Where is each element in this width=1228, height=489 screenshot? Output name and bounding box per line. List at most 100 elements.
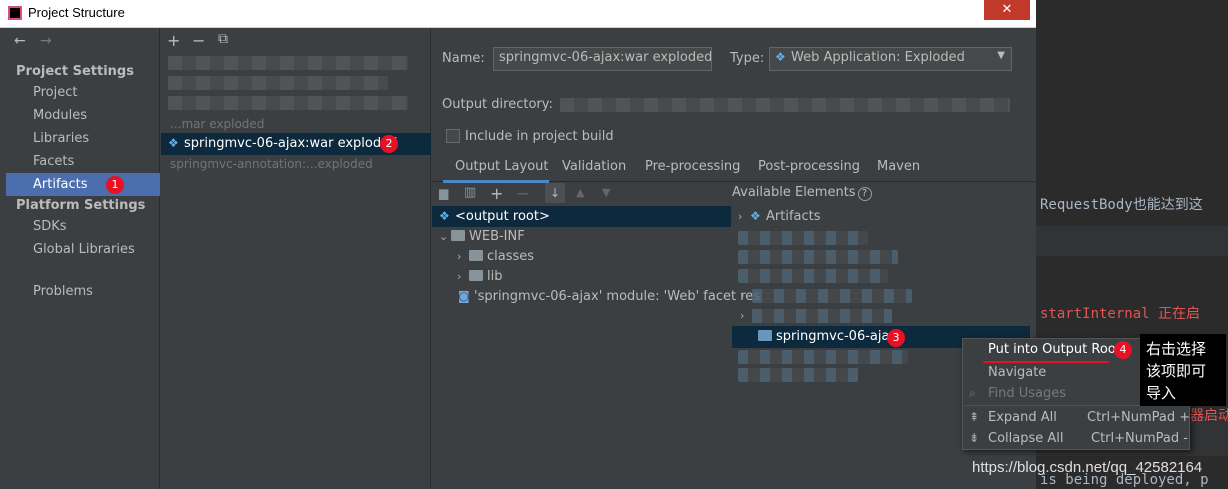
blurred-module xyxy=(752,289,912,303)
forward-arrow-icon[interactable]: → xyxy=(40,33,52,49)
annotation-note: 右击选择 该项即可 导入 xyxy=(1140,334,1226,406)
nav-item-sdks[interactable]: SDKs xyxy=(33,219,67,234)
tree-node-lib[interactable]: › lib xyxy=(457,269,502,284)
watermark: https://blog.csdn.net/qq_42582164 xyxy=(972,459,1203,476)
available-node-springmvc-06-ajax[interactable]: springmvc-06-ajax xyxy=(758,329,897,344)
note-line: 右击选择 xyxy=(1146,340,1207,358)
tab-maven[interactable]: Maven xyxy=(877,159,920,174)
type-label: Type: xyxy=(730,51,765,66)
blurred-module xyxy=(738,250,898,264)
tree-node-facet-resources[interactable]: ◙ 'springmvc-06-ajax' module: 'Web' facet… xyxy=(458,289,760,304)
platform-settings-heading: Platform Settings xyxy=(16,198,146,213)
menu-item-navigate[interactable]: Navigate xyxy=(988,365,1046,380)
editor-line: RequestBody也能达到这 xyxy=(1040,197,1203,213)
available-node-artifacts[interactable]: › ❖ Artifacts xyxy=(738,209,821,224)
back-arrow-icon[interactable]: ← xyxy=(14,33,26,49)
chevron-right-icon: › xyxy=(457,250,462,263)
blurred-module xyxy=(752,309,892,323)
output-root-icon: ❖ xyxy=(439,209,450,223)
tab-post-processing[interactable]: Post-processing xyxy=(758,159,860,174)
help-icon[interactable]: ? xyxy=(857,187,872,201)
red-underline xyxy=(983,361,1109,363)
expand-all-icon: ⇞ xyxy=(969,410,980,424)
collapse-all-icon: ⇟ xyxy=(969,431,980,445)
blurred-path xyxy=(560,98,1010,112)
tree-node-classes[interactable]: › classes xyxy=(457,249,534,264)
facet-icon: ◙ xyxy=(458,289,470,303)
nav-item-global-libraries[interactable]: Global Libraries xyxy=(33,242,135,257)
menu-item-put-into-output-root[interactable]: Put into Output Root xyxy=(988,342,1121,357)
artifact-item-selected[interactable]: ❖ springmvc-06-ajax:war exploded xyxy=(168,136,397,151)
blurred-artifact xyxy=(168,76,388,90)
move-up-icon[interactable]: ▲ xyxy=(576,186,584,199)
search-icon: ⌕ xyxy=(969,386,976,400)
note-line: 该项即可 xyxy=(1146,362,1207,380)
move-down-icon[interactable]: ▼ xyxy=(602,186,610,199)
type-select[interactable]: ❖ Web Application: Exploded ▼ xyxy=(769,47,1012,71)
output-dir-input[interactable] xyxy=(555,92,1017,118)
step-badge: 1 xyxy=(106,176,124,194)
available-elements-title: Available Elements xyxy=(732,185,856,200)
tree-label: springmvc-06-ajax xyxy=(776,329,898,344)
editor-line: 器启动 xyxy=(1190,408,1228,424)
settings-nav: ← → Project Settings Project Modules Lib… xyxy=(0,28,160,489)
tree-node-web-inf[interactable]: ⌄ WEB-INF xyxy=(439,229,525,244)
type-value: Web Application: Exploded xyxy=(791,50,965,65)
archive-icon[interactable]: ▥ xyxy=(464,185,476,200)
available-elements-header: Available Elements? xyxy=(732,185,872,201)
name-label: Name: xyxy=(442,51,485,66)
menu-item-expand-all[interactable]: Expand All xyxy=(988,410,1057,425)
web-artifact-icon: ❖ xyxy=(775,50,786,64)
close-button[interactable]: ✕ xyxy=(984,0,1030,20)
add-icon[interactable]: + xyxy=(167,31,180,50)
blurred-module xyxy=(738,368,858,382)
nav-item-modules[interactable]: Modules xyxy=(33,108,87,123)
chevron-right-icon: › xyxy=(740,309,745,322)
tree-label: classes xyxy=(487,249,535,264)
tree-label: WEB-INF xyxy=(469,229,525,244)
folder-icon xyxy=(451,230,465,241)
nav-item-project[interactable]: Project xyxy=(33,85,77,100)
tab-validation[interactable]: Validation xyxy=(562,159,626,174)
blurred-module xyxy=(738,350,908,364)
blurred-artifact xyxy=(168,56,408,70)
step-badge: 3 xyxy=(887,329,905,347)
project-settings-heading: Project Settings xyxy=(16,64,134,79)
output-dir-label: Output directory: xyxy=(442,97,553,112)
menu-item-collapse-all[interactable]: Collapse All xyxy=(988,431,1064,446)
nav-item-artifacts[interactable]: Artifacts xyxy=(33,177,88,192)
nav-item-libraries[interactable]: Libraries xyxy=(33,131,89,146)
blurred-module xyxy=(738,231,868,245)
remove-element-icon[interactable]: − xyxy=(516,184,529,203)
nav-item-facets[interactable]: Facets xyxy=(33,154,74,169)
new-folder-icon[interactable]: ▆ xyxy=(439,186,448,200)
web-artifact-icon: ❖ xyxy=(168,136,179,150)
include-build-label: Include in project build xyxy=(465,129,614,144)
artifact-item-partial[interactable]: ...mar exploded xyxy=(170,117,264,131)
tab-pre-processing[interactable]: Pre-processing xyxy=(645,159,740,174)
artifacts-icon: ❖ xyxy=(750,209,761,223)
title-bar xyxy=(0,0,1036,28)
chevron-right-icon: › xyxy=(738,210,743,223)
chevron-right-icon: › xyxy=(740,289,745,302)
active-tab-indicator xyxy=(443,180,549,183)
tree-label: 'springmvc-06-ajax' module: 'Web' facet … xyxy=(474,289,761,304)
sort-icon[interactable]: ↓ xyxy=(545,183,565,203)
tree-node-output-root[interactable]: ❖ <output root> xyxy=(439,209,550,224)
tab-output-layout[interactable]: Output Layout xyxy=(455,159,548,174)
name-input[interactable]: springmvc-06-ajax:war exploded xyxy=(493,47,712,71)
step-badge: 2 xyxy=(380,135,398,153)
nav-item-problems[interactable]: Problems xyxy=(33,284,93,299)
remove-icon[interactable]: − xyxy=(192,31,205,50)
include-build-checkbox[interactable] xyxy=(446,129,460,143)
artifact-label: springmvc-06-ajax:war exploded xyxy=(184,136,398,151)
window-title: Project Structure xyxy=(28,5,125,20)
blurred-artifact xyxy=(168,96,408,110)
artifact-item-partial[interactable]: springmvc-annotation:...exploded xyxy=(170,157,373,171)
blurred-module xyxy=(738,269,888,283)
copy-icon[interactable]: ⧉ xyxy=(218,31,228,47)
add-copy-icon[interactable]: + xyxy=(490,184,503,203)
expand-all-shortcut: Ctrl+NumPad + xyxy=(1087,410,1191,425)
note-line: 导入 xyxy=(1146,384,1177,402)
menu-item-find-usages[interactable]: Find Usages xyxy=(988,386,1066,401)
